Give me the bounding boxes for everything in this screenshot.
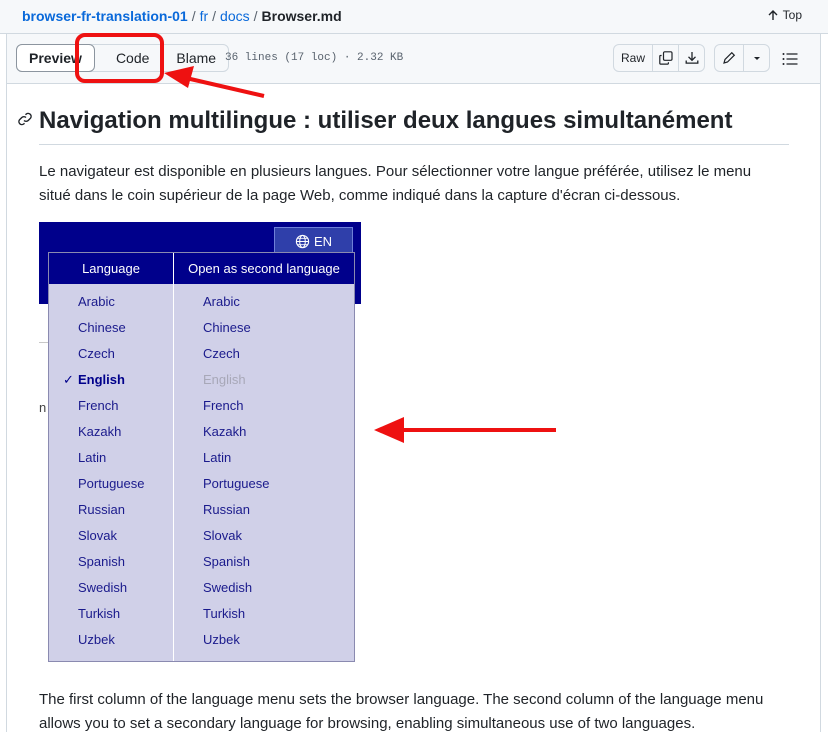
raw-copy-download-group: Raw bbox=[613, 44, 705, 72]
copy-icon bbox=[658, 51, 673, 65]
second-language-option-spanish[interactable]: Spanish bbox=[203, 554, 250, 570]
breadcrumb-docs-link[interactable]: docs bbox=[220, 8, 250, 24]
language-option-slovak[interactable]: Slovak bbox=[78, 528, 117, 544]
link-icon[interactable] bbox=[17, 111, 33, 127]
language-dropdown: Language Open as second language Arabic C… bbox=[48, 252, 355, 662]
language-option-chinese[interactable]: Chinese bbox=[78, 320, 126, 336]
breadcrumb-separator: / bbox=[253, 8, 258, 24]
outline-button[interactable] bbox=[780, 49, 800, 69]
second-language-option-swedish[interactable]: Swedish bbox=[203, 580, 252, 596]
edit-button[interactable] bbox=[715, 45, 743, 71]
page-heading: Navigation multilingue : utiliser deux l… bbox=[39, 107, 733, 134]
language-option-french[interactable]: French bbox=[78, 398, 118, 414]
language-menu-screenshot: EN n Language Open as second language Ar… bbox=[39, 222, 361, 662]
breadcrumb-current-file: Browser.md bbox=[261, 8, 342, 24]
raw-button[interactable]: Raw bbox=[614, 45, 652, 71]
globe-icon bbox=[295, 234, 310, 248]
language-option-spanish[interactable]: Spanish bbox=[78, 554, 125, 570]
highlight-box bbox=[75, 33, 164, 83]
top-link[interactable]: Top bbox=[767, 8, 802, 22]
column-divider bbox=[173, 253, 174, 661]
explanation-paragraph: The first column of the language menu se… bbox=[39, 691, 764, 732]
language-option-kazakh[interactable]: Kazakh bbox=[78, 424, 121, 440]
heading-container: Navigation multilingue : utiliser deux l… bbox=[39, 106, 789, 145]
column-header-language: Language bbox=[49, 253, 173, 284]
download-icon bbox=[685, 52, 698, 64]
second-language-option-russian[interactable]: Russian bbox=[203, 502, 250, 518]
edit-dropdown-button[interactable] bbox=[743, 45, 769, 71]
language-option-uzbek[interactable]: Uzbek bbox=[78, 632, 115, 648]
language-option-czech[interactable]: Czech bbox=[78, 346, 115, 362]
column-header-second-language: Open as second language bbox=[174, 253, 354, 284]
breadcrumb-fr-link[interactable]: fr bbox=[200, 8, 209, 24]
chevron-down-icon bbox=[753, 57, 760, 60]
red-arrow-icon bbox=[374, 417, 556, 443]
breadcrumb-repo-link[interactable]: browser-fr-translation-01 bbox=[22, 8, 188, 24]
pencil-icon bbox=[723, 51, 736, 64]
second-language-option-czech[interactable]: Czech bbox=[203, 346, 240, 362]
language-option-turkish[interactable]: Turkish bbox=[78, 606, 120, 622]
second-language-option-portuguese[interactable]: Portuguese bbox=[203, 476, 270, 492]
language-option-arabic[interactable]: Arabic bbox=[78, 294, 115, 310]
language-button-label: EN bbox=[313, 233, 333, 249]
second-language-option-slovak[interactable]: Slovak bbox=[203, 528, 242, 544]
second-language-option-english: English bbox=[203, 372, 246, 387]
arrow-up-icon bbox=[768, 10, 778, 20]
second-language-option-uzbek[interactable]: Uzbek bbox=[203, 632, 240, 648]
second-language-option-latin[interactable]: Latin bbox=[203, 450, 231, 466]
second-language-option-french[interactable]: French bbox=[203, 398, 243, 414]
language-option-portuguese[interactable]: Portuguese bbox=[78, 476, 145, 492]
breadcrumb-separator: / bbox=[191, 8, 196, 24]
language-option-swedish[interactable]: Swedish bbox=[78, 580, 127, 596]
second-language-option-arabic[interactable]: Arabic bbox=[203, 294, 240, 310]
list-icon bbox=[782, 53, 798, 65]
breadcrumb-bar: browser-fr-translation-01/fr / docs / Browse… bbox=[0, 0, 828, 34]
top-link-label: Top bbox=[782, 8, 802, 22]
language-button: EN bbox=[274, 227, 353, 255]
screenshot-stray-text: n bbox=[39, 400, 47, 415]
second-language-option-turkish[interactable]: Turkish bbox=[203, 606, 245, 622]
language-option-latin[interactable]: Latin bbox=[78, 450, 106, 466]
checkmark-icon: ✓ bbox=[63, 372, 74, 387]
second-language-option-chinese[interactable]: Chinese bbox=[203, 320, 251, 336]
second-language-option-kazakh[interactable]: Kazakh bbox=[203, 424, 246, 440]
download-button[interactable] bbox=[678, 45, 704, 71]
language-option-english[interactable]: English bbox=[78, 372, 125, 388]
breadcrumb-separator: / bbox=[212, 8, 217, 24]
copy-button[interactable] bbox=[652, 45, 678, 71]
intro-paragraph: Le navigateur est disponible en plusieur… bbox=[39, 163, 752, 204]
red-arrow-icon bbox=[164, 66, 265, 98]
edit-group bbox=[714, 44, 770, 72]
breadcrumb: browser-fr-translation-01/fr / docs / Browse… bbox=[22, 7, 342, 25]
language-option-russian[interactable]: Russian bbox=[78, 502, 125, 518]
